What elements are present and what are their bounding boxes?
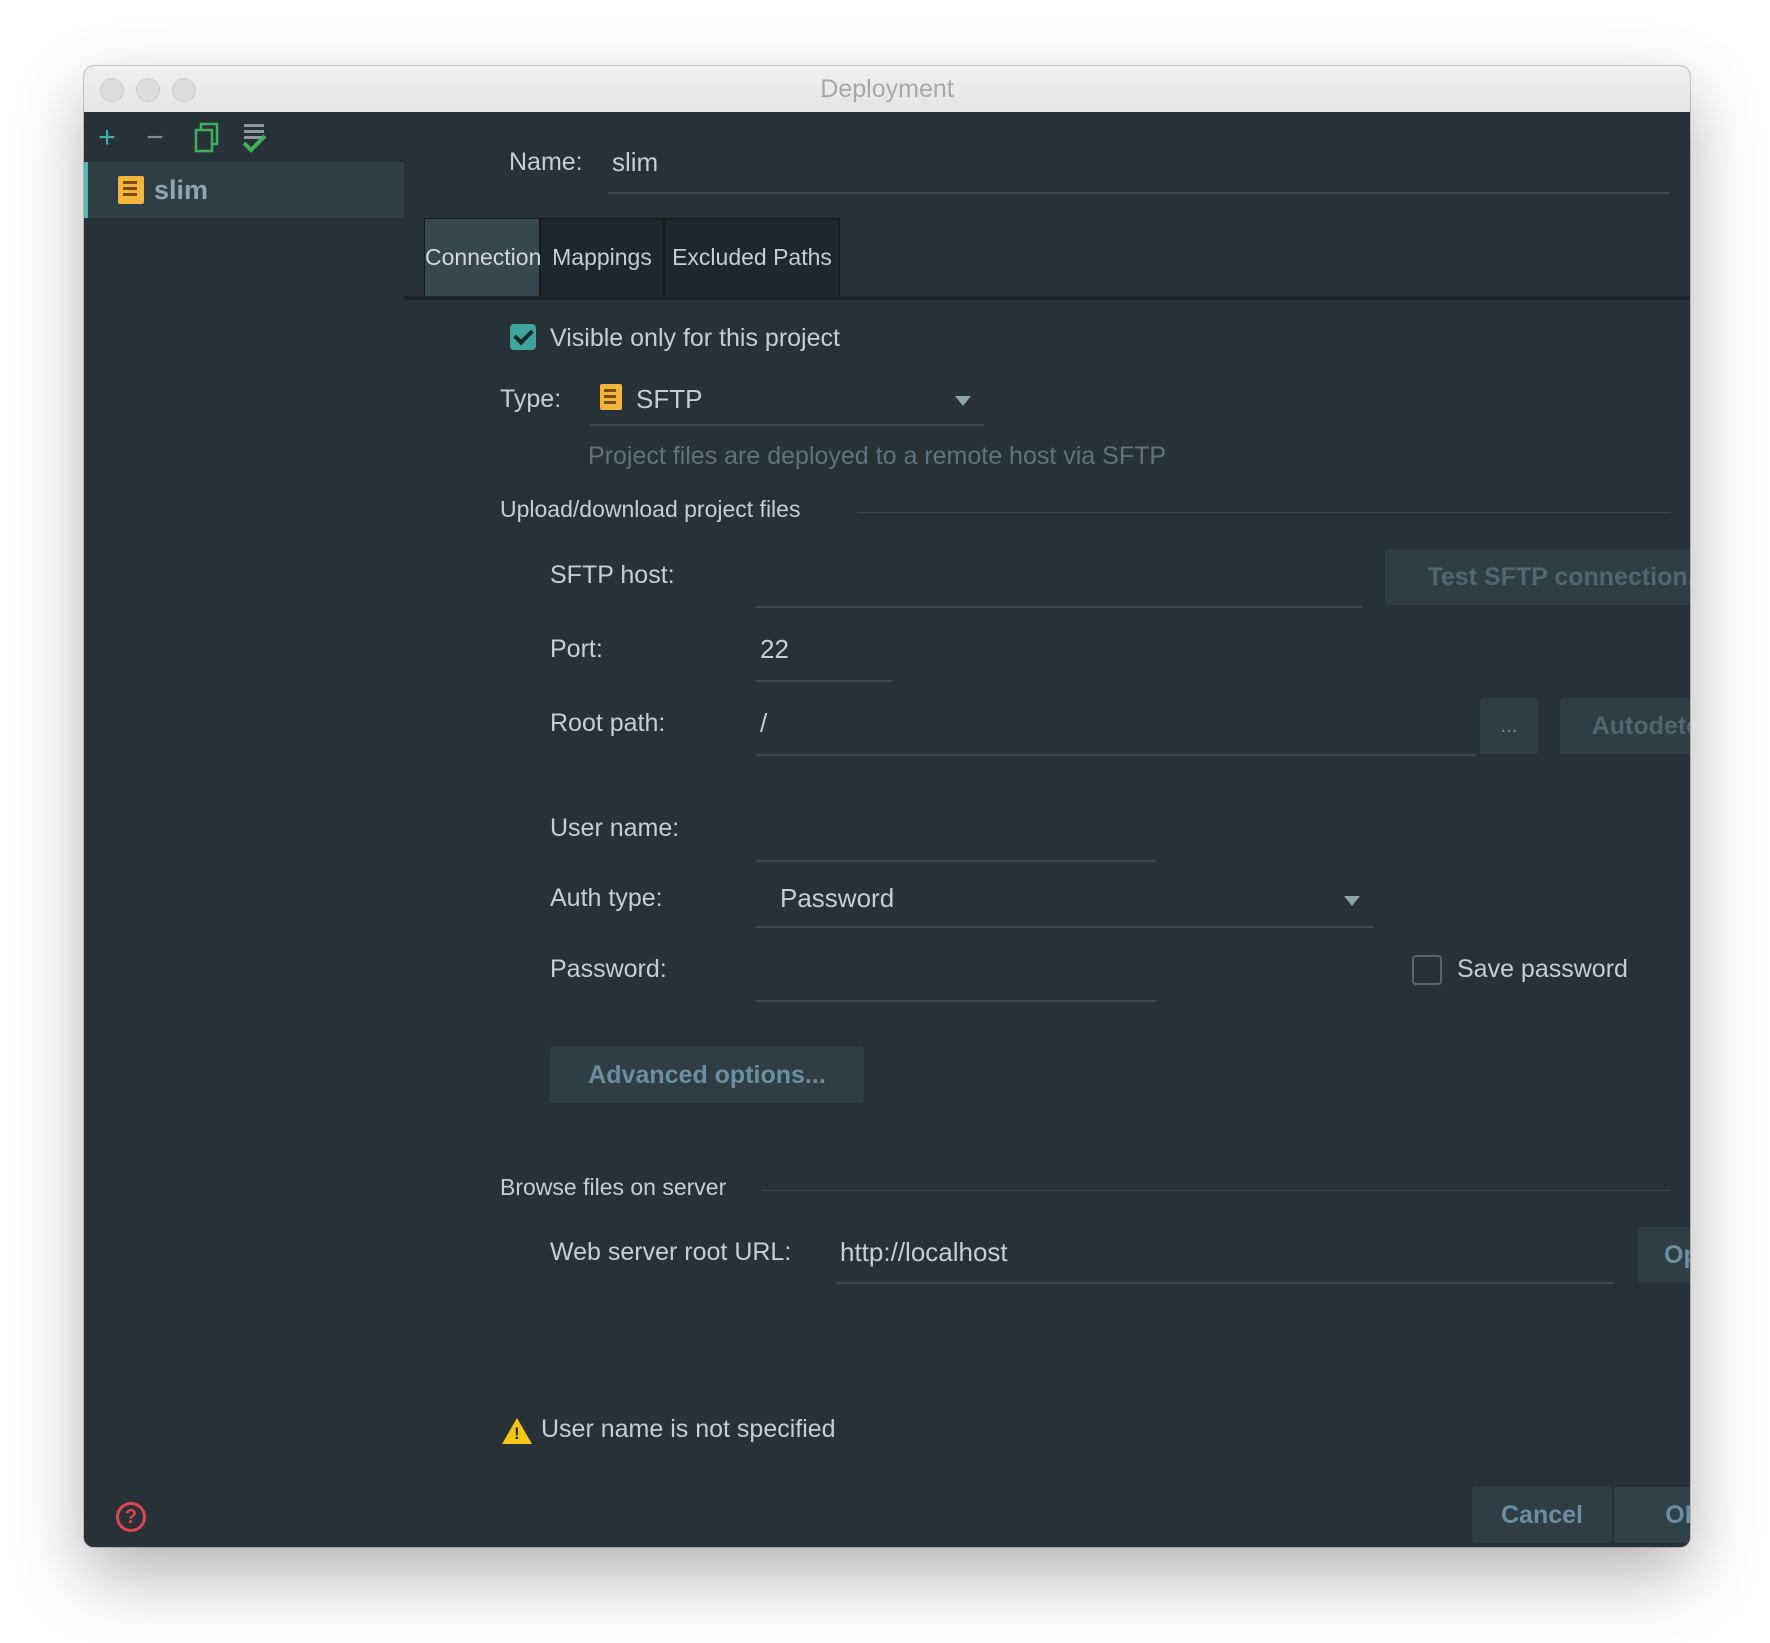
warning-icon: ! [502,1418,532,1444]
root-path-input[interactable]: / [760,708,767,739]
save-password-label: Save password [1457,955,1628,983]
chevron-down-icon [955,396,971,406]
browse-root-button[interactable]: ... [1480,698,1538,754]
sftp-server-icon [118,176,144,204]
port-label: Port: [550,635,603,663]
tab-excluded-paths[interactable]: Excluded Paths [664,218,840,296]
type-label: Type: [500,385,562,413]
sftp-type-icon [600,384,622,410]
sftp-host-label: SFTP host: [550,561,675,589]
type-dropdown[interactable]: SFTP [590,374,984,426]
window-title: Deployment [820,75,954,103]
minus-icon[interactable]: − [140,122,170,156]
auth-type-dropdown[interactable]: Password [756,872,1374,928]
port-underline [756,680,892,682]
name-input[interactable]: slim [612,147,658,178]
test-connection-button[interactable]: Test SFTP connection... [1385,549,1690,605]
set-default-icon[interactable] [240,122,270,156]
user-name-underline [756,860,1156,862]
advanced-options-button[interactable]: Advanced options... [550,1047,864,1103]
web-root-input[interactable]: http://localhost [840,1237,1008,1268]
help-icon[interactable]: ? [116,1502,146,1532]
auth-type-underline [756,926,1374,928]
web-root-underline [836,1282,1614,1284]
ok-button[interactable]: OK [1614,1487,1690,1543]
plus-icon[interactable]: + [92,122,122,156]
server-config-panel: Name: slim Connection Mappings Excluded … [404,112,1690,1547]
chevron-down-icon [1344,896,1360,906]
root-path-label: Root path: [550,709,666,737]
tab-connection[interactable]: Connection [424,218,541,296]
server-list-sidebar: + − slim [84,112,404,1547]
tab-mappings[interactable]: Mappings [540,218,664,296]
dialog-content: + − slim Name: slim Connection Mappings … [84,112,1690,1547]
user-name-label: User name: [550,814,680,842]
title-bar: Deployment [84,66,1690,113]
sftp-host-underline [756,606,1362,608]
visible-only-checkbox[interactable] [510,324,536,350]
tab-bar: Connection Mappings Excluded Paths [404,216,1690,300]
browse-section-title: Browse files on server [500,1174,727,1200]
name-input-underline [608,192,1670,194]
port-input[interactable]: 22 [760,634,789,665]
password-underline [756,1000,1156,1002]
browse-section-separator [762,1190,1670,1191]
warning-text: User name is not specified [541,1415,836,1443]
deployment-window: Deployment + − slim Name: slim Connectio… [84,66,1690,1547]
sidebar-item-slim[interactable]: slim [84,162,404,218]
copy-icon[interactable] [192,122,222,156]
save-password-checkbox[interactable] [1412,955,1442,985]
name-label: Name: [509,148,583,176]
type-value: SFTP [636,384,703,414]
auth-type-label: Auth type: [550,884,663,912]
web-root-label: Web server root URL: [550,1238,792,1266]
open-button[interactable]: Open [1638,1227,1690,1283]
auth-type-value: Password [780,883,895,913]
sidebar-item-label: slim [154,175,209,205]
upload-section-separator [858,512,1670,513]
password-label: Password: [550,955,667,983]
type-hint: Project files are deployed to a remote h… [588,442,1167,470]
visible-only-label: Visible only for this project [550,324,840,352]
upload-section-title: Upload/download project files [500,496,801,522]
type-dropdown-underline [590,424,984,426]
root-path-underline [756,754,1476,756]
cancel-button[interactable]: Cancel [1472,1487,1612,1543]
autodetect-button[interactable]: Autodetect [1560,698,1690,754]
